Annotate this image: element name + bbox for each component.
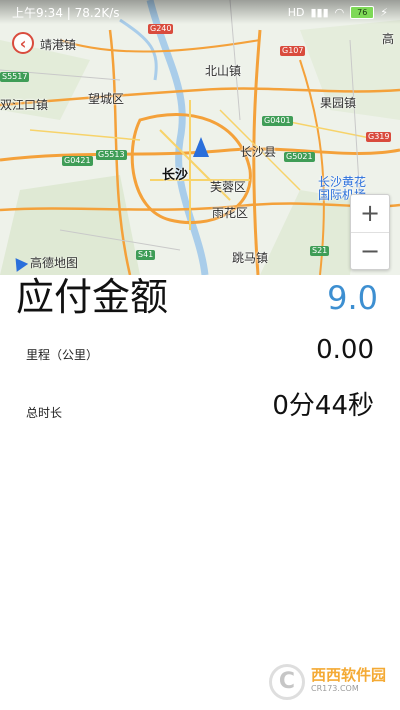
- road-shield-g240: G240: [148, 24, 174, 34]
- road-shield-g5513: G5513: [96, 150, 127, 160]
- map-place-shuangjiangkou: 双江口镇: [0, 98, 49, 112]
- map-provider-logo: 高德地图: [9, 253, 79, 272]
- map-place-changshaxian: 长沙县: [240, 145, 277, 159]
- status-icons: HD ▮▮▮ ◠ 76 ⚡: [287, 5, 388, 19]
- amount-due-label: 应付金额: [16, 275, 169, 319]
- watermark: C 西西软件园 CR173.COM: [268, 664, 386, 700]
- map-place-jinggang: 靖港镇: [40, 38, 77, 52]
- road-shield-g107: G107: [280, 46, 306, 56]
- duration-value: 0分44秒: [272, 391, 374, 421]
- zoom-out-button[interactable]: −: [351, 233, 389, 269]
- zoom-in-button[interactable]: +: [351, 195, 389, 233]
- amap-logo-icon: [9, 253, 29, 272]
- trip-summary-screen: 靖港镇 北山镇 高 望城区 果园镇 双江口镇 长沙县 长沙 芙蓉区 长沙黄花 国…: [0, 0, 400, 710]
- map-provider-label: 高德地图: [30, 256, 79, 270]
- map-place-gao: 高: [382, 32, 395, 46]
- road-shield-g0421: G0421: [62, 156, 93, 166]
- map-place-yuhua: 雨花区: [212, 206, 249, 220]
- wifi-icon: ◠: [334, 5, 345, 19]
- road-shield-s5517: S5517: [0, 72, 30, 82]
- road-shield-s21: S21: [310, 246, 330, 256]
- watermark-site: CR173.COM: [310, 684, 359, 693]
- map-view[interactable]: 靖港镇 北山镇 高 望城区 果园镇 双江口镇 长沙县 长沙 芙蓉区 长沙黄花 国…: [0, 0, 400, 275]
- road-shield-s41: S41: [136, 250, 156, 260]
- distance-label: 里程（公里）: [26, 348, 99, 362]
- map-place-guoyuan: 果园镇: [320, 96, 357, 110]
- chevron-left-icon: ‹: [19, 34, 27, 53]
- watermark-logo-icon: C: [268, 664, 305, 700]
- status-bar: 上午9:34 | 78.2K/s HD ▮▮▮ ◠ 76 ⚡: [0, 0, 400, 24]
- road-shield-g5021: G5021: [284, 152, 315, 162]
- signal-bars-icon: ▮▮▮: [310, 5, 329, 19]
- amount-due-value: 9.0: [327, 279, 378, 317]
- watermark-brand: 西西软件园: [310, 666, 386, 684]
- signal-hd-label: HD: [287, 5, 305, 19]
- map-place-wangcheng: 望城区: [88, 92, 125, 106]
- map-place-changsha: 长沙: [162, 168, 189, 183]
- map-place-furong: 芙蓉区: [210, 180, 247, 194]
- charging-icon: ⚡: [380, 5, 388, 19]
- map-place-beishan: 北山镇: [205, 64, 242, 78]
- back-button[interactable]: ‹: [12, 32, 34, 54]
- map-place-tiaoma: 跳马镇: [232, 251, 269, 265]
- road-shield-g319: G319: [366, 132, 392, 142]
- road-shield-g0401: G0401: [262, 116, 293, 126]
- distance-value: 0.00: [316, 335, 374, 365]
- battery-icon: 76: [350, 5, 375, 19]
- location-arrow-icon: [193, 137, 209, 157]
- duration-label: 总时长: [26, 406, 63, 420]
- zoom-controls: + −: [350, 194, 390, 270]
- status-time-speed: 上午9:34 | 78.2K/s: [12, 5, 120, 20]
- watermark-text: 西西软件园 CR173.COM: [311, 668, 386, 696]
